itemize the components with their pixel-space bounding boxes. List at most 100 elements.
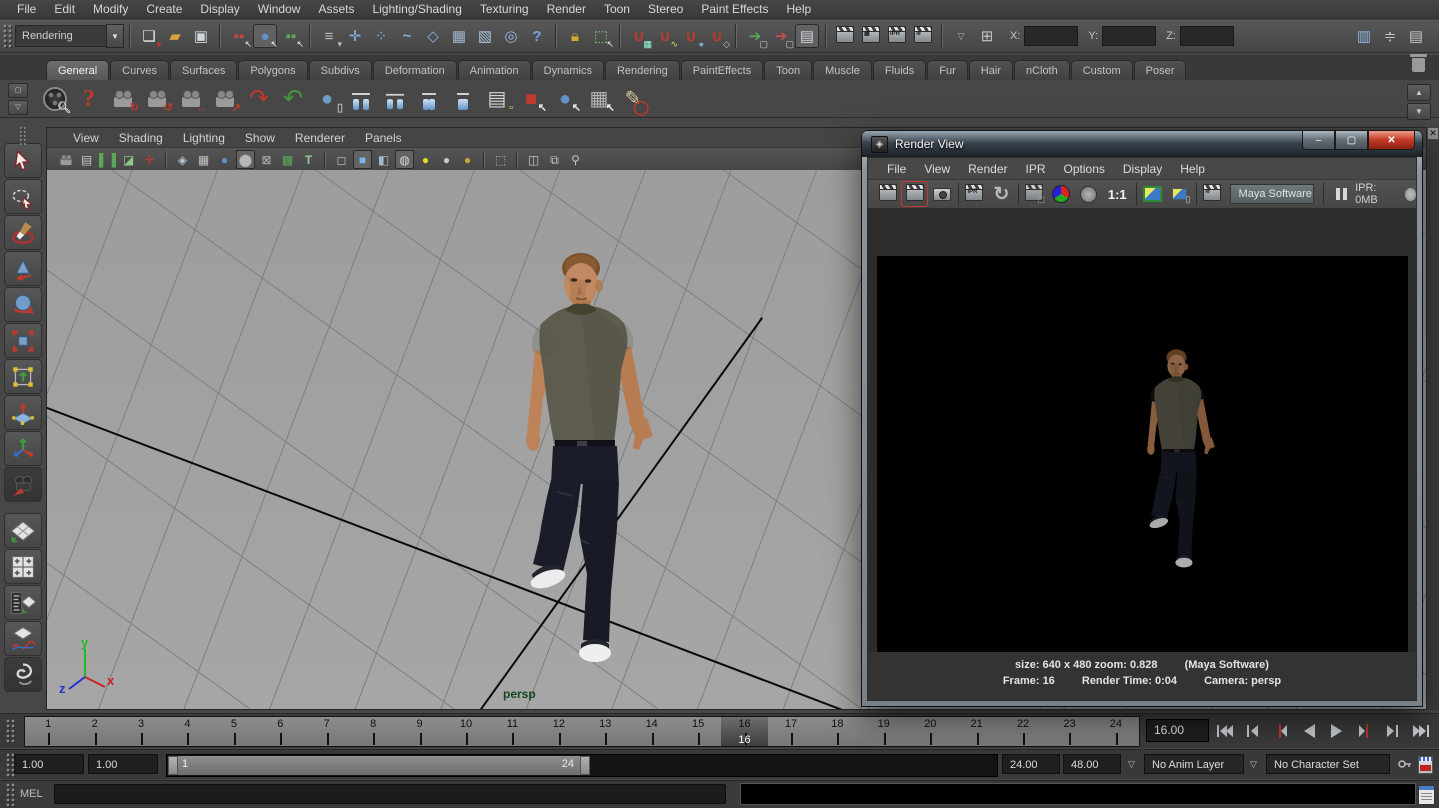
menu-item[interactable]: Modify bbox=[84, 0, 137, 18]
command-language-label[interactable]: MEL bbox=[20, 788, 43, 800]
timeline-frame[interactable]: 18 bbox=[814, 717, 860, 746]
persp-outliner-layout[interactable] bbox=[4, 585, 42, 620]
render-settings-icon[interactable]: ≋ bbox=[911, 24, 935, 48]
timeline-frame[interactable]: 1616 bbox=[721, 717, 767, 746]
render-current-frame-icon[interactable]: ▦ bbox=[859, 24, 883, 48]
persp-graph-layout[interactable] bbox=[4, 621, 42, 656]
smooth-shade-icon[interactable]: ● bbox=[215, 150, 234, 169]
timeline-frame[interactable]: 6 bbox=[257, 717, 303, 746]
unparent-icon[interactable] bbox=[379, 83, 411, 115]
panel-menu-item[interactable]: View bbox=[63, 130, 109, 146]
select-poly-cube-icon[interactable]: ■↖ bbox=[515, 83, 547, 115]
shelf-tab[interactable]: General bbox=[46, 60, 109, 80]
time-slider-grip[interactable] bbox=[6, 719, 15, 743]
render-last-icon[interactable] bbox=[875, 182, 900, 206]
panel-menu-item[interactable]: Renderer bbox=[285, 130, 355, 146]
menu-set-arrow[interactable]: ▼ bbox=[106, 24, 124, 48]
shelf-tab[interactable]: Hair bbox=[969, 60, 1013, 80]
parent-icon[interactable] bbox=[345, 83, 377, 115]
menu-item[interactable]: Display bbox=[191, 0, 248, 18]
snap-together-4-icon[interactable]: ∪◇ bbox=[705, 24, 729, 48]
move-plus-icon[interactable]: ✛ bbox=[343, 24, 367, 48]
play-forwards-button[interactable] bbox=[1323, 717, 1350, 744]
timeline-frame[interactable]: 23 bbox=[1046, 717, 1092, 746]
textured-cube-icon[interactable]: ◧ bbox=[374, 150, 393, 169]
timeline-frame[interactable]: 10 bbox=[443, 717, 489, 746]
shelf-tab[interactable]: Toon bbox=[764, 60, 812, 80]
shelf-tab[interactable]: Fur bbox=[927, 60, 968, 80]
keep-image-icon[interactable] bbox=[1140, 182, 1165, 206]
snap-to-grids-icon[interactable]: ◇ bbox=[421, 24, 445, 48]
ungroup-icon[interactable] bbox=[447, 83, 479, 115]
soft-modification-tool[interactable] bbox=[4, 395, 42, 430]
shelf-tab[interactable]: nCloth bbox=[1014, 60, 1070, 80]
shelf-tab[interactable]: PaintEffects bbox=[681, 60, 764, 80]
minimize-button[interactable]: – bbox=[1302, 131, 1335, 150]
shelf-tab[interactable]: Poser bbox=[1134, 60, 1187, 80]
shelf-tab[interactable]: Curves bbox=[110, 60, 169, 80]
select-object-icon[interactable]: ●↖ bbox=[253, 24, 277, 48]
last-tool-used[interactable] bbox=[4, 467, 42, 502]
flat-lighting-icon[interactable]: ● bbox=[437, 150, 456, 169]
panel-menu-item[interactable]: Lighting bbox=[173, 130, 235, 146]
select-hierarchy-icon[interactable]: ▪▪↖ bbox=[227, 24, 251, 48]
timeline-frame[interactable]: 2 bbox=[71, 717, 117, 746]
highlight-selection-icon[interactable]: ⬚↖ bbox=[589, 24, 613, 48]
render-view-menu-item[interactable]: File bbox=[878, 161, 915, 177]
command-line-grip[interactable] bbox=[6, 783, 15, 807]
character-model[interactable] bbox=[477, 239, 687, 671]
show-manipulator-tool[interactable] bbox=[4, 431, 42, 466]
character-set-dropdown-arrow[interactable]: ▽ bbox=[1250, 759, 1257, 770]
panel-menu-item[interactable]: Shading bbox=[109, 130, 173, 146]
hypergraph-layout[interactable] bbox=[4, 657, 42, 692]
use-default-material-icon[interactable]: ▩ bbox=[278, 150, 297, 169]
shelf-menu-button[interactable]: ▽ bbox=[8, 100, 28, 115]
construction-history-icon[interactable]: ▤ bbox=[795, 24, 819, 48]
attribute-editor-icon[interactable]: ▥ bbox=[1352, 24, 1376, 48]
menu-item[interactable]: Stereo bbox=[639, 0, 692, 18]
render-view-menu-item[interactable]: Render bbox=[959, 161, 1016, 177]
toolbar-grip[interactable] bbox=[3, 24, 12, 48]
image-plane-icon[interactable]: ◪ bbox=[119, 150, 138, 169]
move-tool[interactable] bbox=[4, 251, 42, 286]
timeline-frame[interactable]: 15 bbox=[675, 717, 721, 746]
absolute-transform-icon[interactable]: ⊞ bbox=[975, 24, 999, 48]
wireframe-icon[interactable]: ◈ bbox=[173, 150, 192, 169]
menu-set-dropdown[interactable]: Rendering bbox=[15, 25, 107, 47]
menu-item[interactable]: Edit bbox=[45, 0, 84, 18]
textured-icon[interactable]: T bbox=[299, 150, 318, 169]
default-lighting-icon[interactable]: ● bbox=[416, 150, 435, 169]
bookmarks-icon[interactable]: ▌▐ bbox=[98, 150, 117, 169]
timeline-frame[interactable]: 7 bbox=[304, 717, 350, 746]
toolbar-separator[interactable] bbox=[732, 24, 740, 48]
close-icon[interactable]: ✕ bbox=[1427, 127, 1439, 140]
render-view-window[interactable]: ◈ Render View – ▢ ✕ FileViewRenderIPROpt… bbox=[862, 131, 1422, 706]
group-icon[interactable] bbox=[413, 83, 445, 115]
two-sided-lighting-icon[interactable]: ✛ bbox=[140, 150, 159, 169]
toolbar-separator[interactable] bbox=[938, 24, 946, 48]
snap-to-curves-icon[interactable]: ~ bbox=[395, 24, 419, 48]
playback-range-bar[interactable]: 1 24 bbox=[168, 756, 590, 775]
toolbar-separator[interactable] bbox=[822, 24, 830, 48]
select-shaded-sphere-icon[interactable]: ●↖ bbox=[549, 83, 581, 115]
timeline-frame[interactable]: 13 bbox=[582, 717, 628, 746]
render-view-menu-item[interactable]: IPR bbox=[1017, 161, 1055, 177]
snap-to-planes-icon[interactable]: ▦ bbox=[447, 24, 471, 48]
go-to-start-button[interactable] bbox=[1211, 717, 1238, 744]
shelf-tab[interactable]: Deformation bbox=[373, 60, 457, 80]
snap-settings-icon[interactable]: ≡▾ bbox=[317, 24, 341, 48]
current-time-field[interactable]: 16.00 bbox=[1146, 719, 1209, 742]
auto-keyframe-icon[interactable] bbox=[1398, 758, 1412, 770]
shelf-tab[interactable]: Custom bbox=[1071, 60, 1133, 80]
menu-item[interactable]: Assets bbox=[309, 0, 363, 18]
camera-dolly-icon[interactable]: ↗ bbox=[209, 83, 241, 115]
snapshot-icon[interactable] bbox=[929, 182, 954, 206]
remove-image-icon[interactable]: ▯ bbox=[1167, 182, 1192, 206]
shelf-tab[interactable]: Surfaces bbox=[170, 60, 237, 80]
ipr-render-icon[interactable]: IPR bbox=[885, 24, 909, 48]
script-editor-icon[interactable] bbox=[1418, 785, 1435, 805]
delete-unused-icon[interactable]: ●▯ bbox=[311, 83, 343, 115]
menu-item[interactable]: Lighting/Shading bbox=[363, 0, 470, 18]
menu-item[interactable]: Render bbox=[538, 0, 595, 18]
close-button[interactable]: ✕ bbox=[1368, 131, 1415, 150]
